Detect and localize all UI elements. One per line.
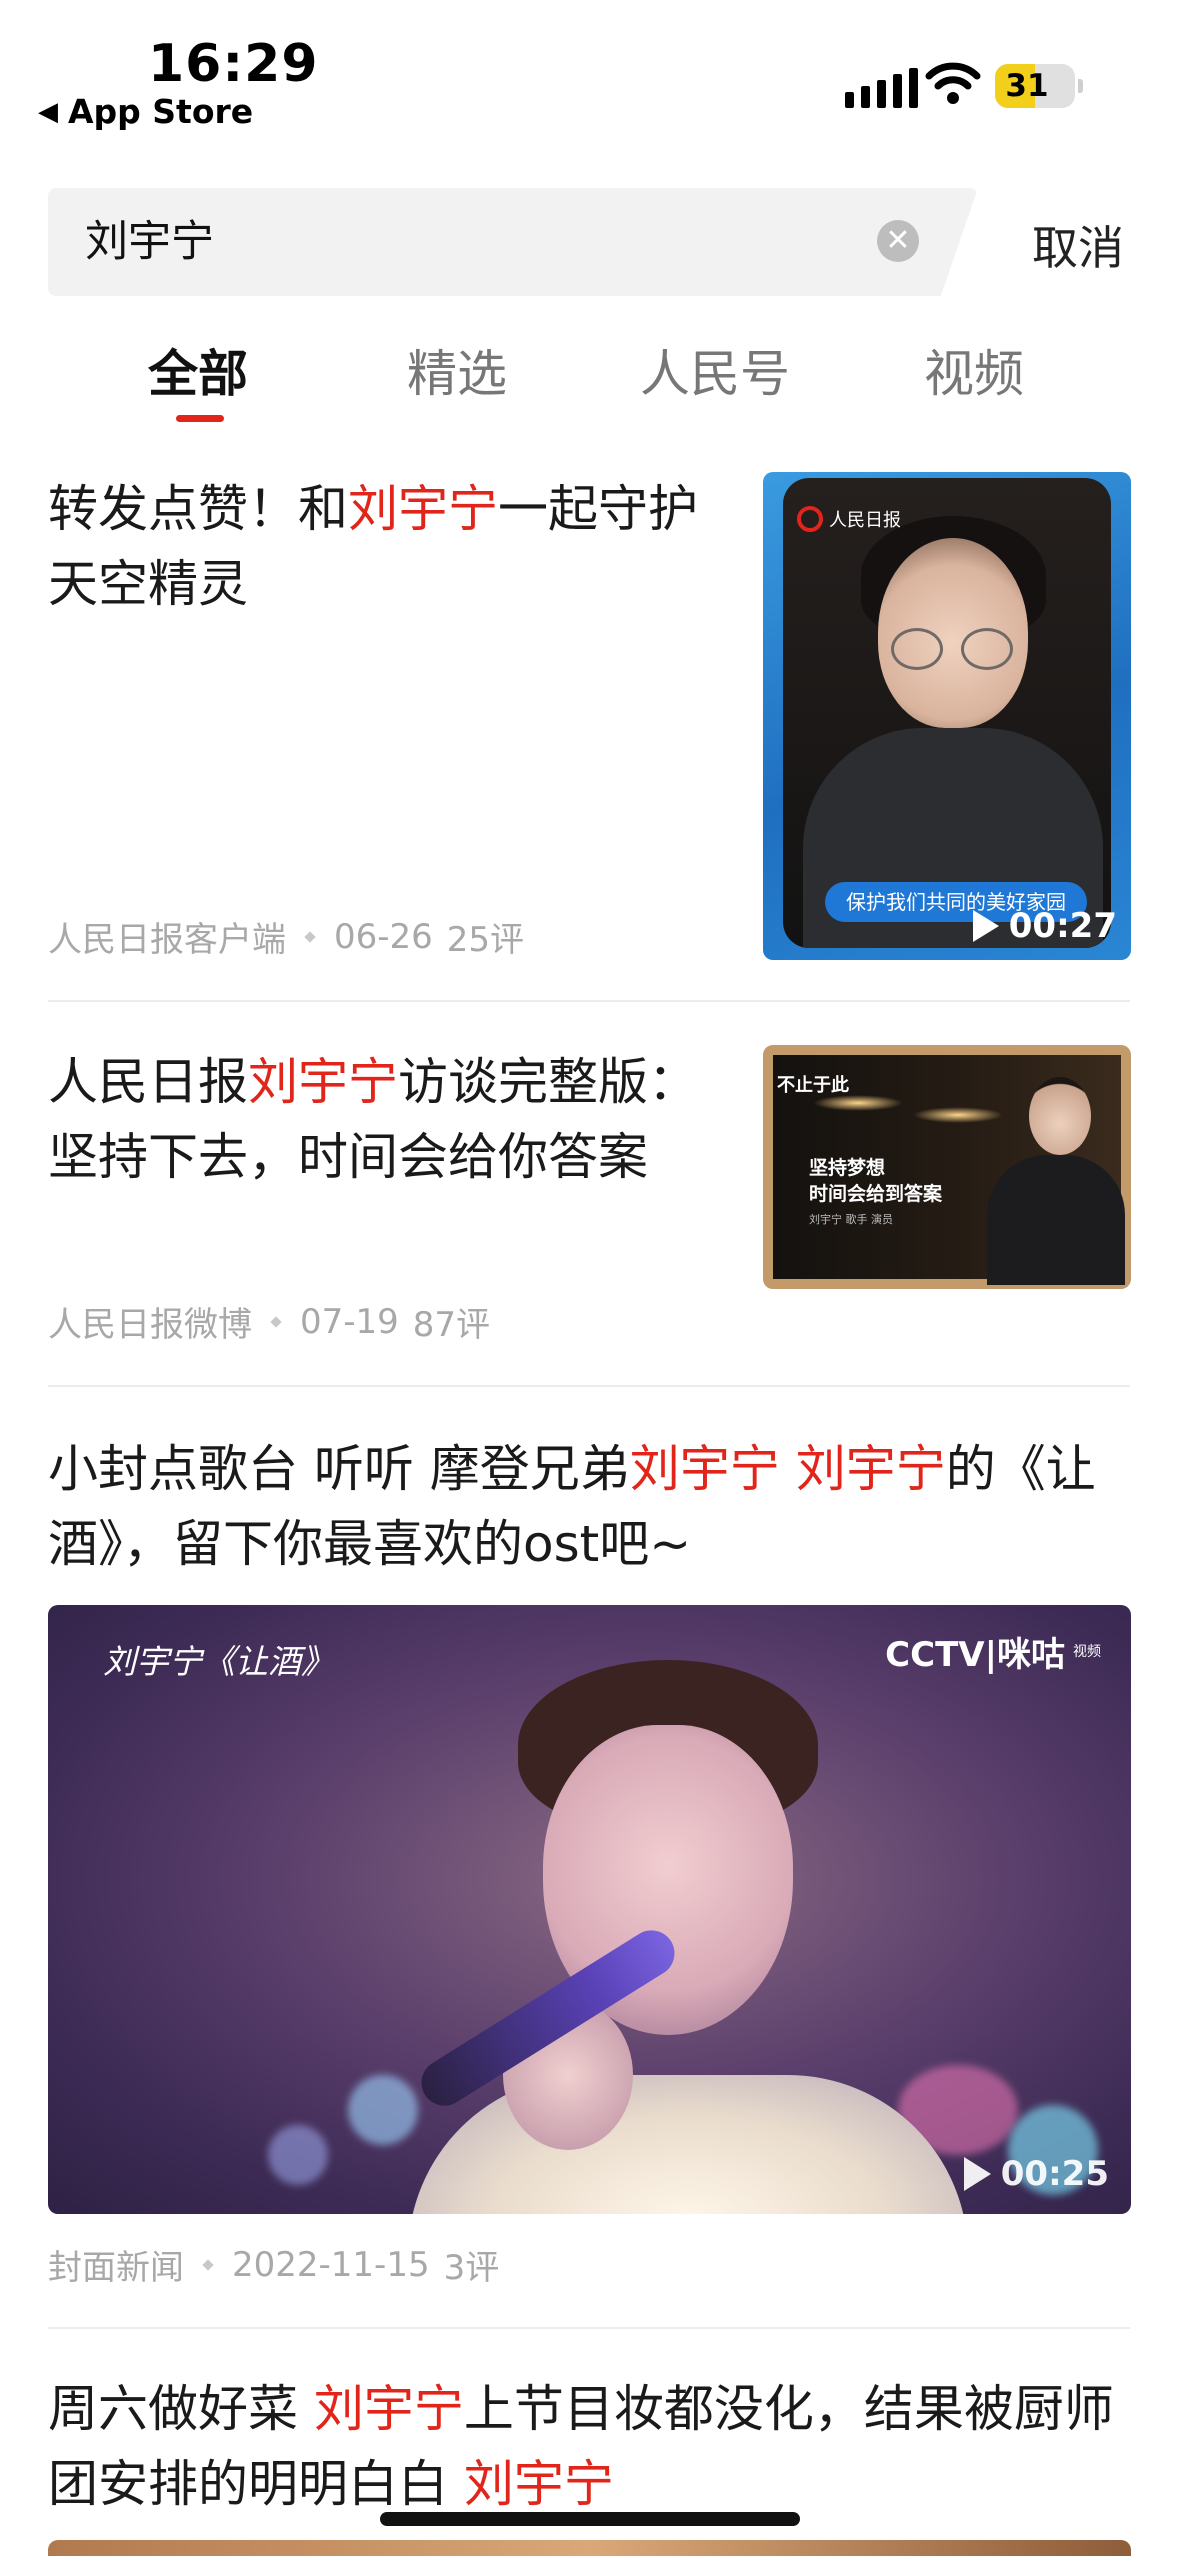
source-name: 封面新闻 [48, 2248, 184, 2288]
clear-search-icon[interactable]: ✕ [877, 220, 919, 262]
status-time: 16:29 [148, 34, 319, 94]
title-highlight: 刘宇宁 [629, 1440, 780, 1498]
thumbnail-subtext: 刘宇宁 歌手 演员 [809, 1213, 893, 1226]
people-daily-logo: 人民日报 [797, 506, 901, 532]
article-2-meta: 人民日报微博 07-19 87评 [48, 1297, 490, 1346]
title-highlight: 刘宇宁 [348, 480, 498, 538]
battery-level: 31 [1005, 68, 1049, 104]
article-3-meta: 封面新闻 2022-11-15 3评 [48, 2240, 499, 2289]
tab-renminhao[interactable]: 人民号 [640, 334, 790, 406]
video-duration: 00:27 [972, 906, 1117, 946]
divider [48, 1000, 1130, 1002]
search-input[interactable]: 刘宇宁 [85, 212, 785, 272]
back-app-label: App Store [68, 92, 254, 131]
separator-dot-icon [202, 2258, 214, 2271]
article-3-title[interactable]: 小封点歌台 听听 摩登兄弟刘宇宁 刘宇宁的《让酒》，留下你最喜欢的ost吧~ [48, 1432, 1131, 1582]
battery-icon: 31 [995, 64, 1083, 108]
article-2-title[interactable]: 人民日报刘宇宁访谈完整版：坚持下去，时间会给你答案 [48, 1045, 728, 1195]
back-to-app-store[interactable]: ◀ App Store [38, 92, 253, 131]
title-text: 周六做好菜 [48, 2380, 314, 2438]
article-4-title[interactable]: 周六做好菜 刘宇宁上节目妆都没化，结果被厨师团安排的明明白白 刘宇宁 [48, 2372, 1131, 2522]
article-1-video-thumbnail[interactable]: 人民日报 保护我们共同的美好家园 00:27 [763, 472, 1131, 960]
comment-count: 3评 [443, 2248, 500, 2288]
publish-date: 06-26 [334, 916, 433, 957]
title-text: 人民日报 [48, 1053, 248, 1111]
title-text: 小封点歌台 听听 摩登兄弟 [48, 1440, 630, 1498]
article-3-video-player[interactable]: 刘宇宁《让酒》 CCTV|咪咕 视频 00:25 [48, 1605, 1131, 2214]
comment-count: 87评 [412, 1305, 491, 1345]
show-logo: 不止于此 [777, 1075, 849, 1096]
source-name: 人民日报微博 [48, 1305, 252, 1345]
title-text [780, 1440, 796, 1498]
tab-video[interactable]: 视频 [924, 334, 1024, 406]
video-song-label: 刘宇宁《让酒》 [103, 1642, 334, 1681]
comment-count: 25评 [446, 920, 525, 960]
divider [48, 2327, 1130, 2329]
tab-all[interactable]: 全部 [148, 334, 248, 406]
wifi-icon [925, 62, 981, 104]
source-name: 人民日报客户端 [48, 920, 286, 960]
title-highlight: 刘宇宁 [795, 1440, 946, 1498]
publish-date: 2022-11-15 [232, 2244, 430, 2285]
separator-dot-icon [270, 1315, 282, 1328]
thumbnail-text: 坚持梦想 时间会给到答案 [809, 1157, 943, 1205]
video-duration: 00:25 [963, 2154, 1109, 2194]
title-text: 转发点赞！和 [48, 480, 348, 538]
tab-featured[interactable]: 精选 [407, 334, 507, 406]
play-icon [963, 2157, 991, 2191]
separator-dot-icon [304, 930, 316, 943]
divider [48, 1385, 1130, 1387]
article-2-thumbnail[interactable]: 不止于此 坚持梦想 时间会给到答案 刘宇宁 歌手 演员 [763, 1045, 1131, 1289]
active-tab-indicator [176, 415, 224, 422]
publish-date: 07-19 [300, 1301, 399, 1342]
article-1-title[interactable]: 转发点赞！和刘宇宁一起守护天空精灵 [48, 472, 728, 622]
title-highlight: 刘宇宁 [463, 2455, 614, 2513]
play-icon [972, 910, 999, 942]
article-4-thumbnail[interactable] [48, 2540, 1131, 2556]
cellular-signal-icon [845, 68, 918, 108]
cancel-button[interactable]: 取消 [1032, 212, 1124, 278]
cctv-migu-logo: CCTV|咪咕 视频 [885, 1635, 1101, 1675]
title-highlight: 刘宇宁 [313, 2380, 464, 2438]
article-1-meta: 人民日报客户端 06-26 25评 [48, 912, 524, 961]
back-triangle-icon: ◀ [38, 96, 58, 127]
home-indicator[interactable] [380, 2512, 800, 2526]
title-highlight: 刘宇宁 [248, 1053, 398, 1111]
